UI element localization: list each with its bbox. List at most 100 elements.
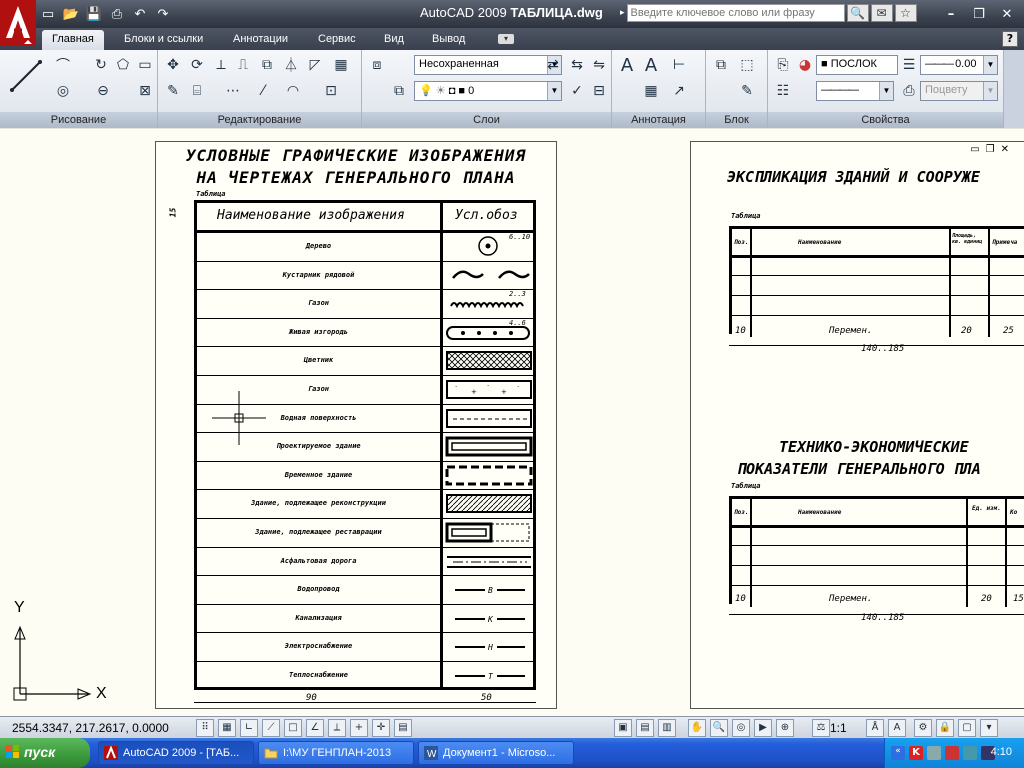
save-icon[interactable]: 💾 [84,4,104,24]
undo-icon[interactable]: ↶ [130,4,150,24]
list-icon[interactable]: ☷ [772,80,794,102]
help-icon[interactable]: ? [1002,31,1018,47]
task-autocad[interactable]: AutoCAD 2009 - [ТАБ... [98,741,254,765]
task-folder[interactable]: I:\МУ ГЕНПЛАН-2013 [258,741,414,765]
volume-icon[interactable] [963,746,977,760]
restore-icon[interactable]: ❐ [986,144,995,155]
redo-icon[interactable]: ↷ [153,4,173,24]
minimize-icon[interactable]: – [938,4,964,24]
ortho-icon[interactable]: ∟ [240,719,258,737]
layer-walk-icon[interactable]: ⊟ [588,80,610,102]
status-menu-icon[interactable]: ▾ [980,719,998,737]
language-icon[interactable] [945,746,959,760]
line-tool-icon[interactable] [6,56,46,96]
arc-icon[interactable]: ↻ [90,54,112,76]
favorites-icon[interactable]: ☆ [894,4,917,22]
quick-view-icon[interactable]: ▥ [658,719,676,737]
toolbar-lock-icon[interactable]: 🔒 [936,719,954,737]
fillet-icon[interactable]: ◸ [304,54,326,76]
linear-dimension-icon[interactable]: ⊢ [668,54,690,76]
extend-icon[interactable]: ⎍ [232,54,254,76]
break-icon[interactable]: ⋯ [222,80,244,102]
clean-screen-icon[interactable]: ▢ [958,719,976,737]
edit-block-icon[interactable]: ✎ [736,80,758,102]
drawing-canvas[interactable]: УСЛОВНЫЕ ГРАФИЧЕСКИЕ ИЗОБРАЖЕНИЯ НА ЧЕРТ… [0,129,1024,716]
match-properties-icon[interactable]: ⎘ [772,54,794,76]
quick-properties-icon[interactable]: ▤ [394,719,412,737]
orbit-icon[interactable]: ⊕ [776,719,794,737]
showmotion-icon[interactable]: ▶ [754,719,772,737]
zoom-icon[interactable]: 🔍 [710,719,728,737]
model-icon[interactable]: ▣ [614,719,632,737]
pan-icon[interactable]: ✋ [688,719,706,737]
plot-style-icon[interactable]: ⎙ [898,80,920,102]
otrack-icon[interactable]: ∠ [306,719,324,737]
rotate-icon[interactable]: ⟳ [186,54,208,76]
copy-icon[interactable]: ⧉ [256,54,278,76]
tab-home[interactable]: Главная [42,30,104,50]
trim-icon[interactable]: ⟂ [210,54,232,76]
polar-icon[interactable]: ⟋ [262,719,280,737]
ribbon-minimize-icon[interactable]: ▾ [498,34,514,44]
snap-icon[interactable]: ⠿ [196,719,214,737]
layer-previous-icon[interactable]: ⇆ [566,54,588,76]
new-file-icon[interactable]: ▭ [38,4,58,24]
color-wheel-icon[interactable]: ◕ [794,54,816,76]
antivirus-icon[interactable]: K [909,746,923,760]
chamfer-icon[interactable]: ◠ [282,80,304,102]
minimize-icon[interactable]: ▭ [970,144,979,155]
restore-icon[interactable]: ❐ [966,4,992,24]
tray-arrow-icon[interactable]: « [891,746,905,760]
circle-icon[interactable]: ◎ [52,80,74,102]
annotation-scale-icon[interactable]: ⚖ [812,719,830,737]
dyn-icon[interactable]: + [350,719,368,737]
start-button[interactable]: пуск [0,738,90,768]
layer-match-icon[interactable]: ⇄ [542,54,564,76]
leader-icon[interactable]: ↗ [668,80,690,102]
single-line-text-icon[interactable]: A [640,54,662,76]
close-icon[interactable]: ✕ [994,4,1020,24]
layer-properties-icon[interactable]: ⧈ [366,54,388,76]
grid-icon[interactable]: ▦ [218,719,236,737]
plotstyle-select[interactable]: Поцвету ▼ [920,81,998,101]
polyline-icon[interactable]: ⌒ [52,54,74,76]
tab-blocks[interactable]: Блоки и ссылки [114,30,213,50]
layer-state-icon[interactable]: ⧉ [388,80,410,102]
join-icon[interactable]: ⁄ [252,80,274,102]
explode-icon[interactable]: ⊡ [320,80,342,102]
array-icon[interactable]: ▦ [330,54,352,76]
layer-isolate-icon[interactable]: ⇋ [588,54,610,76]
scale-icon[interactable]: ⌸ [186,80,208,102]
mirror-icon[interactable]: ⏃ [280,54,302,76]
layout-icon[interactable]: ▤ [636,719,654,737]
steering-wheel-icon[interactable]: ◎ [732,719,750,737]
lineweight-icon[interactable]: ☰ [898,54,920,76]
polygon-icon[interactable]: ⬠ [112,54,134,76]
create-block-icon[interactable]: ⬚ [736,54,758,76]
osnap-icon[interactable]: □ [284,719,302,737]
insert-block-icon[interactable]: ⧉ [710,54,732,76]
print-icon[interactable]: ⎙ [107,4,127,24]
communication-center-icon[interactable]: ✉ [870,4,893,22]
linetype-select[interactable]: ———— ▼ [816,81,894,101]
network-icon[interactable] [927,746,941,760]
stretch-icon[interactable]: ✎ [162,80,184,102]
move-icon[interactable]: ✥ [162,54,184,76]
search-icon[interactable]: 🔍 [846,4,869,22]
tab-view[interactable]: Вид [374,30,414,50]
workspace-icon[interactable]: ⚙ [914,719,932,737]
table-icon[interactable]: ▦ [640,80,662,102]
multiline-text-icon[interactable]: A [616,54,638,76]
layer-select[interactable]: 💡 ☀ ◘ ■ 0 ▼ [414,81,562,101]
tab-annotate[interactable]: Аннотации [223,30,298,50]
layer-state-select[interactable]: Несохраненная ▼ [414,55,562,75]
lineweight-select[interactable]: ——— 0.00 ▼ [920,55,998,75]
annotation-scale-value[interactable]: 1:1 [830,721,847,735]
hatch-icon[interactable]: ⊠ [134,80,156,102]
color-select[interactable]: ■ ПОСЛОК [816,55,898,75]
autoscale-icon[interactable]: A [888,719,906,737]
search-arrow-icon[interactable]: ▸ [620,8,625,18]
task-word[interactable]: W Документ1 - Microso... [418,741,574,765]
open-file-icon[interactable]: 📂 [61,4,81,24]
lineweight-display-icon[interactable]: ✛ [372,719,390,737]
